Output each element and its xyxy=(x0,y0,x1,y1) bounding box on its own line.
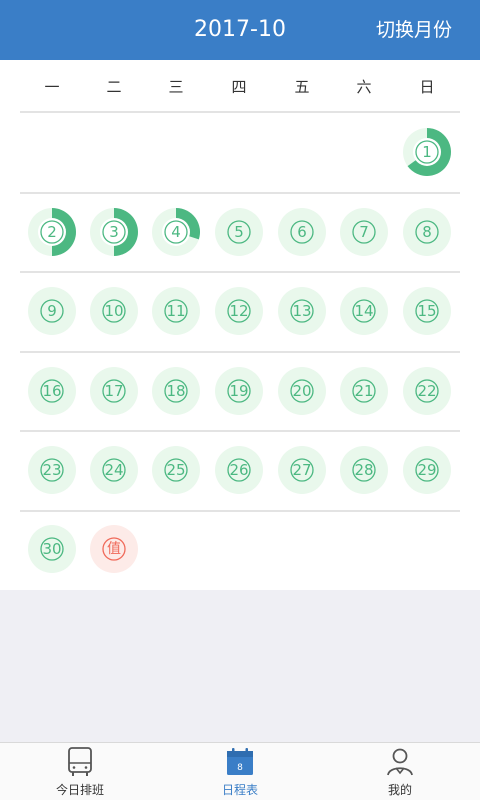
day-number: 30 xyxy=(42,540,62,558)
day-number: 24 xyxy=(104,461,124,479)
day-number: 25 xyxy=(166,461,186,479)
switch-month-button[interactable]: 切换月份 xyxy=(376,0,452,60)
weekday-thu: 四 xyxy=(231,78,247,96)
divider xyxy=(20,111,460,113)
day-number: 21 xyxy=(354,382,374,400)
day-cell[interactable]: 20 xyxy=(278,367,326,415)
weekday-mon: 一 xyxy=(44,78,60,96)
day-cell[interactable]: 23 xyxy=(28,446,76,494)
empty-area xyxy=(0,590,480,742)
day-cell[interactable]: 25 xyxy=(152,446,200,494)
day-cell[interactable]: 21 xyxy=(340,367,388,415)
divider xyxy=(20,192,460,194)
divider xyxy=(20,510,460,512)
day-number: 11 xyxy=(166,302,186,320)
day-cell[interactable]: 11 xyxy=(152,287,200,335)
user-icon xyxy=(387,748,413,776)
day-number: 19 xyxy=(229,382,249,400)
day-number: 18 xyxy=(166,382,186,400)
day-number: 23 xyxy=(42,461,62,479)
day-number: 28 xyxy=(354,461,374,479)
day-cell[interactable]: 2 xyxy=(28,208,76,256)
day-number: 26 xyxy=(229,461,249,479)
day-number: 13 xyxy=(292,302,312,320)
weekday-header: 一 二 三 四 五 六 日 xyxy=(0,60,480,112)
day-cell[interactable]: 3 xyxy=(90,208,138,256)
day-number: 值 xyxy=(107,541,121,557)
day-cell[interactable]: 28 xyxy=(340,446,388,494)
day-number: 12 xyxy=(229,302,249,320)
divider xyxy=(20,351,460,353)
divider xyxy=(20,271,460,273)
day-number: 8 xyxy=(422,223,432,241)
day-cell[interactable]: 26 xyxy=(215,446,263,494)
day-cell[interactable]: 19 xyxy=(215,367,263,415)
divider xyxy=(20,430,460,432)
day-cell[interactable]: 16 xyxy=(28,367,76,415)
weekday-wed: 三 xyxy=(168,78,184,96)
day-cell[interactable]: 13 xyxy=(278,287,326,335)
day-cell[interactable]: 27 xyxy=(278,446,326,494)
calendar-icon: 8 xyxy=(227,748,253,775)
day-number: 17 xyxy=(104,382,124,400)
day-number: 10 xyxy=(104,302,124,320)
day-cell[interactable]: 18 xyxy=(152,367,200,415)
svg-text:8: 8 xyxy=(237,763,243,773)
day-number: 14 xyxy=(354,302,374,320)
day-cell[interactable]: 15 xyxy=(403,287,451,335)
day-cell[interactable]: 10 xyxy=(90,287,138,335)
tab-calendar[interactable]: 8 日程表 xyxy=(180,743,300,800)
day-cell[interactable]: 9 xyxy=(28,287,76,335)
weekday-tue: 二 xyxy=(106,78,122,96)
day-cell[interactable]: 6 xyxy=(278,208,326,256)
day-cell[interactable]: 24 xyxy=(90,446,138,494)
day-cell[interactable]: 17 xyxy=(90,367,138,415)
day-cell[interactable]: 7 xyxy=(340,208,388,256)
day-number: 15 xyxy=(417,302,437,320)
weekday-sat: 六 xyxy=(356,78,372,96)
app-header: 2017-10 切换月份 xyxy=(0,0,480,60)
tab-label: 我的 xyxy=(387,783,412,797)
duty-day-cell[interactable]: 值 xyxy=(90,525,138,573)
weekday-fri: 五 xyxy=(294,78,310,96)
tab-today-schedule[interactable]: 今日排班 xyxy=(20,743,140,800)
day-number: 27 xyxy=(292,461,312,479)
day-number: 2 xyxy=(47,223,57,241)
day-number: 4 xyxy=(171,223,181,241)
weekday-sun: 日 xyxy=(419,78,435,96)
day-number: 20 xyxy=(292,382,312,400)
day-number: 16 xyxy=(42,382,62,400)
day-cell[interactable]: 4 xyxy=(152,208,200,256)
tab-label: 日程表 xyxy=(221,783,258,797)
day-number: 29 xyxy=(417,461,437,479)
day-cell[interactable]: 29 xyxy=(403,446,451,494)
day-number: 3 xyxy=(109,223,119,241)
day-cell[interactable]: 1 xyxy=(403,128,451,176)
day-number: 22 xyxy=(417,382,437,400)
bus-icon xyxy=(68,747,92,776)
day-number: 7 xyxy=(359,223,369,241)
tab-profile[interactable]: 我的 xyxy=(340,743,460,800)
day-cell[interactable]: 5 xyxy=(215,208,263,256)
bottom-tab-bar: 今日排班 8 日程表 我的 xyxy=(0,742,480,800)
tab-label: 今日排班 xyxy=(55,783,104,797)
day-cell[interactable]: 30 xyxy=(28,525,76,573)
day-cell[interactable]: 12 xyxy=(215,287,263,335)
calendar-grid: 一 二 三 四 五 六 日 1 2 3 4 5 6 7 8 9 10 11 12 13 14 15 16 17 1… xyxy=(0,60,480,590)
day-number: 5 xyxy=(234,223,244,241)
day-number: 1 xyxy=(422,143,432,161)
day-cell[interactable]: 22 xyxy=(403,367,451,415)
day-cell[interactable]: 14 xyxy=(340,287,388,335)
day-number: 6 xyxy=(297,223,307,241)
day-cell[interactable]: 8 xyxy=(403,208,451,256)
day-number: 9 xyxy=(47,302,57,320)
